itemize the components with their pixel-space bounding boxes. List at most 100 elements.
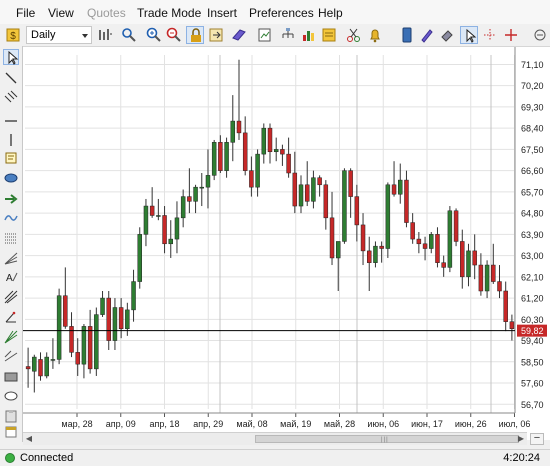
candle-body xyxy=(242,132,248,171)
calendar-icon[interactable] xyxy=(3,424,19,440)
y-tick-label: 67,50 xyxy=(521,145,544,155)
wave-icon[interactable] xyxy=(3,210,19,226)
horizontal-scrollbar[interactable]: ◀ ||| ▶ xyxy=(23,432,527,445)
crosshair-icon[interactable] xyxy=(481,26,499,44)
template-icon[interactable] xyxy=(256,26,274,44)
plus-cross-icon[interactable] xyxy=(502,26,520,44)
svg-text:$: $ xyxy=(10,31,16,42)
scroll-thumb[interactable]: ||| xyxy=(255,435,519,443)
rectangle-icon[interactable] xyxy=(3,369,19,385)
menu-bar: File View Quotes Trade Mode Insert Prefe… xyxy=(0,0,550,24)
arrow-icon[interactable] xyxy=(3,191,19,207)
candle-body xyxy=(379,245,384,249)
menu-file[interactable]: File xyxy=(16,6,35,20)
pitchfork-icon[interactable] xyxy=(3,289,19,305)
menu-trade-mode[interactable]: Trade Mode xyxy=(137,6,201,20)
pen-icon[interactable] xyxy=(418,26,436,44)
chevron-down-icon xyxy=(82,34,88,38)
zoom-minus-button[interactable]: − xyxy=(530,433,544,445)
candlestick-chart[interactable]: 71,10 70,20 69,30 68,40 67,50 66,60 65,70 64,80… xyxy=(23,47,550,432)
scroll-right-icon[interactable]: ▶ xyxy=(515,433,527,445)
x-tick-label: июн, 26 xyxy=(455,419,487,429)
y-tick-label: 63,00 xyxy=(521,251,544,261)
y-tick-label: 59,40 xyxy=(521,336,544,346)
timeframe-value: Daily xyxy=(31,29,56,41)
price-chart[interactable]: 71,10 70,20 69,30 68,40 67,50 66,60 65,70 64,80… xyxy=(23,47,550,440)
menu-preferences[interactable]: Preferences xyxy=(249,6,314,20)
indicators-list-icon[interactable] xyxy=(320,26,338,44)
clipboard-icon[interactable] xyxy=(3,408,19,424)
chart-type-icon[interactable] xyxy=(96,26,114,44)
candle-body xyxy=(168,238,173,245)
ellipse-icon[interactable] xyxy=(3,170,19,186)
cursor-icon[interactable] xyxy=(3,49,19,65)
gann-fan-icon[interactable] xyxy=(3,329,19,345)
candle-body xyxy=(100,297,105,315)
candle-body xyxy=(75,352,80,365)
candle-body xyxy=(435,234,440,263)
candle-body xyxy=(342,170,347,242)
vertical-line-icon[interactable] xyxy=(3,132,19,148)
menu-insert[interactable]: Insert xyxy=(207,6,237,20)
candle-body xyxy=(44,356,49,377)
candle-body xyxy=(311,177,316,202)
candle-body xyxy=(391,184,397,195)
timeframe-select[interactable]: Daily xyxy=(26,26,92,44)
parallel-lines-icon[interactable] xyxy=(3,90,19,106)
scroll-left-icon[interactable]: ◀ xyxy=(23,433,35,445)
candle-body xyxy=(385,184,391,249)
line-icon[interactable] xyxy=(3,70,19,86)
scissors-icon[interactable] xyxy=(345,26,363,44)
y-tick-label: 61,20 xyxy=(521,294,544,304)
candle-body xyxy=(56,295,62,360)
oval-icon[interactable] xyxy=(3,388,19,404)
candle-body xyxy=(429,234,434,249)
candle-body xyxy=(286,153,291,174)
symbol-icon[interactable]: $ xyxy=(4,26,22,44)
candle-body xyxy=(460,241,465,278)
lock-icon[interactable] xyxy=(186,26,204,44)
y-tick-label: 64,80 xyxy=(521,209,544,219)
y-tick-label: 62,10 xyxy=(521,272,544,282)
zoom-out-icon[interactable] xyxy=(165,26,183,44)
fan-icon[interactable] xyxy=(3,250,19,266)
tag-icon[interactable] xyxy=(230,26,248,44)
candle-body xyxy=(81,326,87,365)
autoscroll-icon[interactable] xyxy=(207,26,225,44)
zoom-icon[interactable] xyxy=(120,26,138,44)
candle-body xyxy=(273,149,279,153)
y-tick-label: 68,40 xyxy=(521,124,544,134)
menu-view[interactable]: View xyxy=(48,6,74,20)
alert-bell-icon[interactable] xyxy=(366,26,384,44)
fibonacci-icon[interactable] xyxy=(3,230,19,246)
candle-body xyxy=(106,297,111,341)
horizontal-line-icon[interactable] xyxy=(3,113,19,129)
menu-quotes[interactable]: Quotes xyxy=(87,6,126,20)
note-icon[interactable] xyxy=(3,150,19,166)
candle-body xyxy=(280,149,285,155)
candle-body xyxy=(410,222,415,240)
indicators-icon[interactable] xyxy=(300,26,318,44)
status-bar: Connected 4:20:24 xyxy=(0,449,550,466)
zoom-in-icon[interactable] xyxy=(145,26,163,44)
objects-tree-icon[interactable] xyxy=(279,26,297,44)
candle-body xyxy=(87,326,93,370)
cursor-icon[interactable] xyxy=(460,26,478,44)
y-tick-label: 66,60 xyxy=(521,166,544,176)
candle-body xyxy=(38,359,43,377)
x-tick-label: мар, 28 xyxy=(61,419,92,429)
text-icon[interactable]: A xyxy=(3,269,19,285)
candle-body xyxy=(267,127,273,153)
candle-body xyxy=(199,186,205,189)
y-tick-label: 70,20 xyxy=(521,81,544,91)
eraser-icon[interactable] xyxy=(438,26,456,44)
toolbar: $ Daily xyxy=(0,24,550,47)
trading-panel-icon[interactable] xyxy=(398,26,416,44)
close-icon[interactable] xyxy=(531,26,549,44)
menu-help[interactable]: Help xyxy=(318,6,343,20)
current-price-label: 59,82 xyxy=(521,326,544,336)
candle-body xyxy=(348,170,353,197)
cycle-lines-icon[interactable] xyxy=(3,349,19,365)
angle-icon[interactable] xyxy=(3,309,19,325)
y-tick-label: 71,10 xyxy=(521,60,544,70)
